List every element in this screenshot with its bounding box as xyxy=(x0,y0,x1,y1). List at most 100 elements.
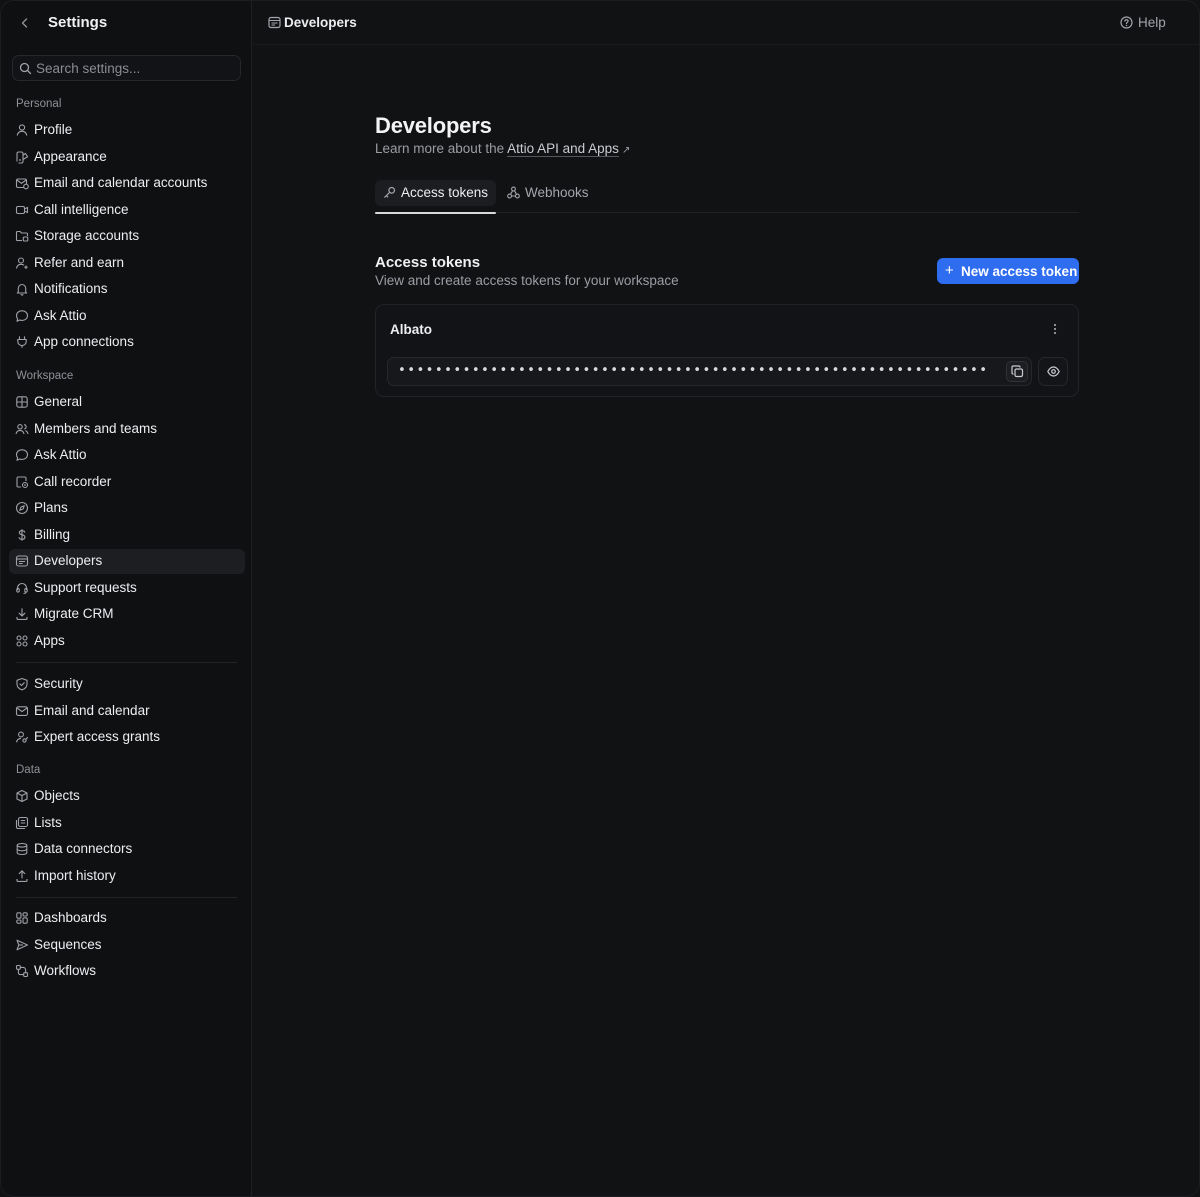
sidebar-item-data-connectors[interactable]: Data connectors xyxy=(9,837,245,862)
sidebar-item-label: Sequences xyxy=(34,936,102,952)
tab-webhooks[interactable]: Webhooks xyxy=(499,180,595,213)
tab-label: Access tokens xyxy=(401,185,489,200)
search-input[interactable] xyxy=(36,59,236,77)
mail-calendar-icon xyxy=(15,178,29,190)
top-bar: Developers Help xyxy=(253,1,1199,45)
call-recorder-icon xyxy=(16,475,29,488)
compass-icon xyxy=(15,501,29,515)
headset-icon xyxy=(16,582,28,594)
key-icon xyxy=(384,186,396,198)
sidebar-item-dashboards[interactable]: Dashboards xyxy=(9,906,245,931)
sidebar-item-label: Appearance xyxy=(34,148,107,164)
list-icon xyxy=(15,816,29,829)
tab-access-tokens[interactable]: Access tokens xyxy=(375,180,496,214)
users-icon xyxy=(15,423,29,434)
sidebar-header: Settings xyxy=(1,1,252,45)
token-value-field[interactable]: ••••••••••••••••••••••••••••••••••••••••… xyxy=(387,357,1032,386)
section-subtitle: View and create access tokens for your w… xyxy=(375,273,679,288)
envelope-icon xyxy=(15,705,29,716)
sidebar-item-call-intelligence[interactable]: Call intelligence xyxy=(9,198,245,223)
sidebar-item-label: Workflows xyxy=(34,963,97,978)
sidebar-item-lists[interactable]: Lists xyxy=(9,811,245,836)
sidebar-divider xyxy=(16,662,237,663)
database-icon xyxy=(16,842,28,856)
sidebar-item-label: Developers xyxy=(34,553,103,568)
sidebar-item-general[interactable]: General xyxy=(9,390,245,415)
sidebar-item-label: Objects xyxy=(34,788,80,803)
section-label-data: Data xyxy=(16,764,41,776)
eye-icon xyxy=(1047,366,1060,377)
sidebar-item-label: Email and calendar xyxy=(34,702,150,718)
sidebar-item-objects[interactable]: Objects xyxy=(9,784,245,809)
copy-token-button[interactable] xyxy=(1006,361,1028,382)
reveal-token-button[interactable] xyxy=(1038,357,1068,386)
breadcrumb: Developers xyxy=(284,15,357,30)
sidebar-item-label: Notifications xyxy=(34,281,108,296)
help-button[interactable]: Help xyxy=(1120,15,1184,31)
upload-icon xyxy=(16,869,28,882)
user-plus-icon xyxy=(15,256,28,269)
token-name: Albato xyxy=(390,322,432,337)
sidebar-item-import-history[interactable]: Import history xyxy=(9,864,245,889)
sidebar-item-email-and-calendar-accounts[interactable]: Email and calendar accounts xyxy=(9,171,245,196)
sidebar-item-label: Members and teams xyxy=(34,420,158,436)
sidebar-item-label: Dashboards xyxy=(34,910,107,925)
video-icon xyxy=(15,205,29,214)
sidebar-item-appearance[interactable]: Appearance xyxy=(9,145,245,170)
chevron-left-icon[interactable] xyxy=(18,15,32,31)
sidebar-item-ask-attio[interactable]: Ask Attio xyxy=(9,304,245,329)
sidebar-item-security[interactable]: Security xyxy=(9,672,245,697)
sidebar-item-label: Expert access grants xyxy=(34,729,161,744)
sidebar-item-label: Profile xyxy=(34,122,73,137)
sidebar-item-label: Call intelligence xyxy=(34,201,129,217)
sidebar-item-billing[interactable]: Billing xyxy=(9,523,245,548)
dashboard-icon xyxy=(16,912,28,924)
sidebar-item-app-connections[interactable]: App connections xyxy=(9,330,245,355)
search-box[interactable] xyxy=(12,55,241,81)
tab-label: Webhooks xyxy=(525,185,589,200)
palette-icon xyxy=(16,150,29,164)
sidebar-item-label: Email and calendar accounts xyxy=(34,175,208,190)
sidebar-item-profile[interactable]: Profile xyxy=(9,118,245,143)
sidebar-item-members-and-teams[interactable]: Members and teams xyxy=(9,417,245,442)
sidebar-item-call-recorder[interactable]: Call recorder xyxy=(9,470,245,495)
copy-icon xyxy=(1011,365,1024,378)
plus-icon: + xyxy=(945,262,954,279)
sidebar-item-notifications[interactable]: Notifications xyxy=(9,277,245,302)
sidebar-item-label: Ask Attio xyxy=(34,447,87,462)
sidebar-item-label: Apps xyxy=(34,632,65,648)
grid-icon xyxy=(16,396,28,408)
new-access-token-button[interactable]: + New access token xyxy=(937,258,1079,284)
sidebar-item-label: Billing xyxy=(34,526,71,542)
sidebar-item-developers[interactable]: Developers xyxy=(9,549,245,574)
sidebar-item-expert-access-grants[interactable]: Expert access grants xyxy=(9,725,245,750)
more-vertical-icon[interactable] xyxy=(1048,321,1062,337)
sidebar-item-sequences[interactable]: Sequences xyxy=(9,933,245,958)
subtitle-text: Learn more about the xyxy=(375,141,508,156)
sidebar-item-email-and-calendar[interactable]: Email and calendar xyxy=(9,699,245,724)
sidebar-item-workflows[interactable]: Workflows xyxy=(9,959,245,984)
app-window: Settings Personal Workspace Data Profile… xyxy=(0,0,1200,1197)
sidebar-item-label: App connections xyxy=(34,334,134,349)
sidebar-item-ask-attio[interactable]: Ask Attio xyxy=(9,443,245,468)
cube-icon xyxy=(16,789,28,803)
sidebar-item-apps[interactable]: Apps xyxy=(9,629,245,654)
sidebar-item-migrate-crm[interactable]: Migrate CRM xyxy=(9,602,245,627)
sidebar-item-label: Import history xyxy=(34,867,116,883)
sidebar-item-plans[interactable]: Plans xyxy=(9,496,245,521)
attio-api-link[interactable]: Attio API and Apps xyxy=(507,141,619,156)
sidebar-item-label: Lists xyxy=(34,814,62,830)
download-icon xyxy=(16,608,28,620)
sidebar-item-storage-accounts[interactable]: Storage accounts xyxy=(9,224,245,249)
sidebar-item-support-requests[interactable]: Support requests xyxy=(9,576,245,601)
token-card: Albato •••••••••••••••••••••••••••••••••… xyxy=(375,304,1079,397)
sidebar-item-label: Call recorder xyxy=(34,473,112,489)
code-window-icon xyxy=(15,555,29,567)
section-title: Access tokens xyxy=(375,254,481,271)
sidebar-item-label: Migrate CRM xyxy=(34,606,114,621)
sidebar-item-label: Refer and earn xyxy=(34,254,125,270)
search-icon xyxy=(19,62,32,75)
folder-cloud-icon xyxy=(15,230,29,242)
bell-icon xyxy=(16,283,28,296)
sidebar-item-refer-and-earn[interactable]: Refer and earn xyxy=(9,251,245,276)
